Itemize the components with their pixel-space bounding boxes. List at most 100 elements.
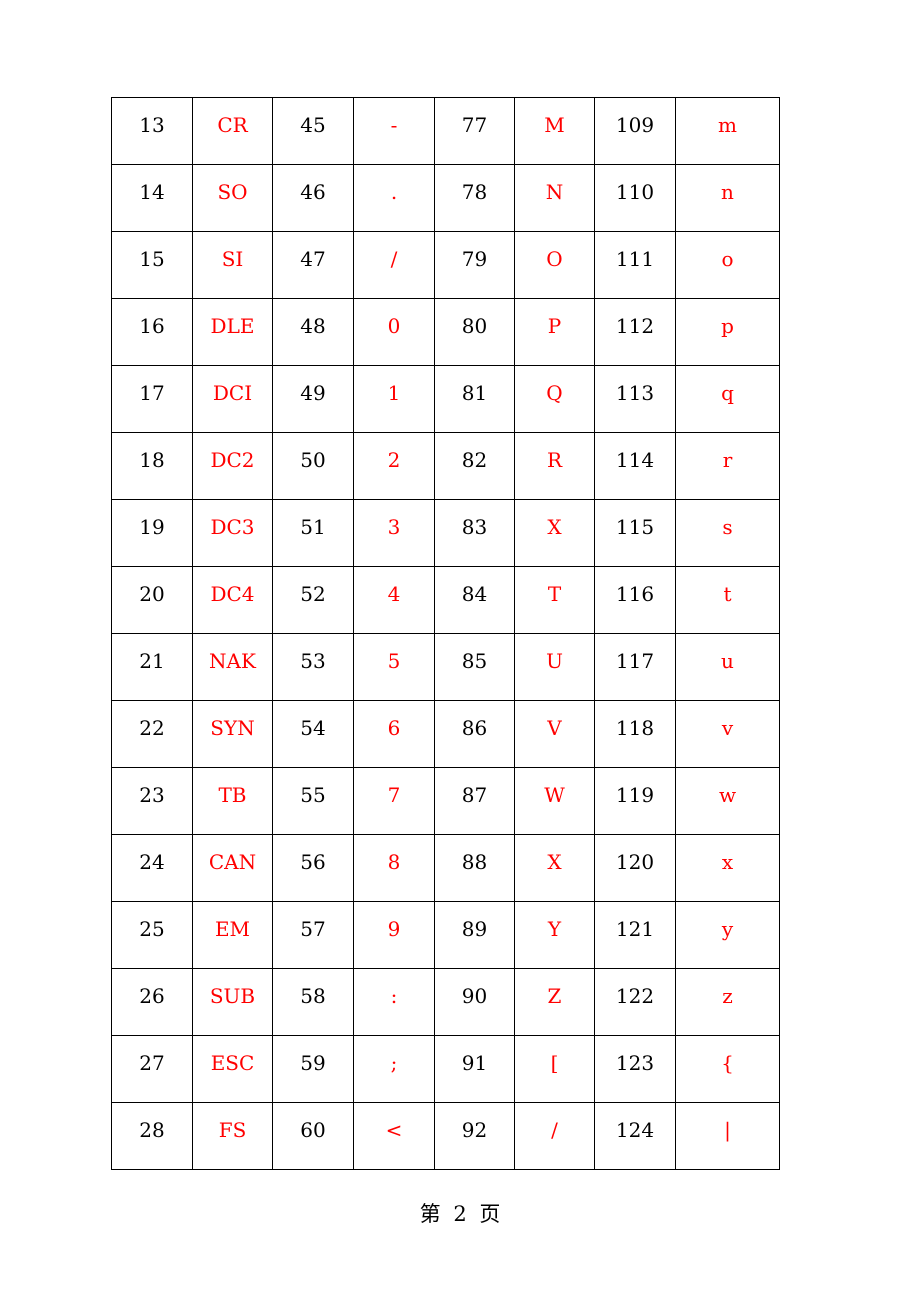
char-value: EM bbox=[214, 917, 251, 941]
char-cell: p bbox=[675, 298, 780, 366]
code-value: 25 bbox=[139, 917, 165, 941]
code-cell: 123 bbox=[594, 1035, 676, 1103]
char-cell: M bbox=[514, 97, 595, 165]
char-cell: r bbox=[675, 432, 780, 500]
char-cell: u bbox=[675, 633, 780, 701]
code-value: 88 bbox=[461, 850, 488, 874]
char-value: r bbox=[722, 448, 733, 472]
char-value: < bbox=[385, 1118, 403, 1142]
table-row: 24 CAN 56 8 88 X 120 x bbox=[111, 834, 780, 902]
char-cell: 2 bbox=[353, 432, 435, 500]
char-cell: m bbox=[675, 97, 780, 165]
char-cell: 0 bbox=[353, 298, 435, 366]
code-value: 19 bbox=[139, 515, 165, 539]
code-value: 17 bbox=[139, 381, 165, 405]
code-value: 18 bbox=[139, 448, 165, 472]
code-cell: 13 bbox=[111, 97, 193, 165]
char-cell: SYN bbox=[192, 700, 273, 768]
code-value: 110 bbox=[615, 180, 655, 204]
code-cell: 48 bbox=[272, 298, 354, 366]
code-value: 87 bbox=[461, 783, 488, 807]
char-value: : bbox=[390, 984, 398, 1008]
char-value: DC4 bbox=[210, 582, 255, 606]
code-cell: 24 bbox=[111, 834, 193, 902]
char-value: 1 bbox=[387, 381, 401, 405]
code-value: 22 bbox=[139, 716, 165, 740]
code-cell: 28 bbox=[111, 1102, 193, 1170]
char-cell: { bbox=[675, 1035, 780, 1103]
char-cell: . bbox=[353, 164, 435, 232]
code-value: 51 bbox=[300, 515, 326, 539]
code-cell: 83 bbox=[434, 499, 515, 567]
char-value: | bbox=[724, 1118, 731, 1142]
char-value: V bbox=[547, 716, 562, 740]
char-value: TB bbox=[218, 783, 247, 807]
char-value: Z bbox=[547, 984, 562, 1008]
code-cell: 113 bbox=[594, 365, 676, 433]
code-cell: 84 bbox=[434, 566, 515, 634]
char-cell: v bbox=[675, 700, 780, 768]
code-value: 79 bbox=[461, 247, 488, 271]
code-cell: 110 bbox=[594, 164, 676, 232]
code-value: 46 bbox=[300, 180, 326, 204]
code-value: 55 bbox=[300, 783, 326, 807]
code-value: 119 bbox=[615, 783, 655, 807]
table-row: 23 TB 55 7 87 W 119 w bbox=[111, 767, 780, 835]
code-value: 118 bbox=[615, 716, 655, 740]
char-value: W bbox=[544, 783, 565, 807]
code-value: 56 bbox=[300, 850, 326, 874]
code-value: 81 bbox=[461, 381, 488, 405]
code-cell: 21 bbox=[111, 633, 193, 701]
char-cell: X bbox=[514, 499, 595, 567]
code-value: 54 bbox=[300, 716, 326, 740]
char-value: R bbox=[546, 448, 563, 472]
code-cell: 57 bbox=[272, 901, 354, 969]
char-value: O bbox=[546, 247, 563, 271]
ascii-table: 13 CR 45-77 M 109 m 14 SO 46. 78 N 110 n 15 SI 47/79 O 11… bbox=[111, 97, 780, 1170]
code-cell: 22 bbox=[111, 700, 193, 768]
char-cell: - bbox=[353, 97, 435, 165]
char-value: DCI bbox=[212, 381, 253, 405]
table-row: 25 EM 57 9 89 Y 121 y bbox=[111, 901, 780, 969]
code-cell: 119 bbox=[594, 767, 676, 835]
code-value: 47 bbox=[300, 247, 326, 271]
code-value: 26 bbox=[139, 984, 165, 1008]
char-value: v bbox=[721, 716, 734, 740]
page-number: 第 2 页 bbox=[419, 1202, 501, 1226]
char-value: Y bbox=[547, 917, 562, 941]
code-value: 83 bbox=[461, 515, 488, 539]
char-value: 8 bbox=[387, 850, 401, 874]
code-value: 115 bbox=[615, 515, 655, 539]
code-cell: 20 bbox=[111, 566, 193, 634]
code-value: 114 bbox=[615, 448, 655, 472]
char-value: 0 bbox=[387, 314, 401, 338]
code-cell: 120 bbox=[594, 834, 676, 902]
code-value: 120 bbox=[615, 850, 655, 874]
char-value: { bbox=[721, 1051, 734, 1075]
code-value: 48 bbox=[300, 314, 326, 338]
code-value: 60 bbox=[300, 1118, 326, 1142]
char-value: 7 bbox=[387, 783, 401, 807]
code-cell: 23 bbox=[111, 767, 193, 835]
char-value: P bbox=[547, 314, 562, 338]
code-cell: 115 bbox=[594, 499, 676, 567]
code-cell: 86 bbox=[434, 700, 515, 768]
code-cell: 60 bbox=[272, 1102, 354, 1170]
code-value: 59 bbox=[300, 1051, 326, 1075]
char-value: p bbox=[721, 314, 734, 338]
code-cell: 117 bbox=[594, 633, 676, 701]
char-cell: DC3 bbox=[192, 499, 273, 567]
code-cell: 111 bbox=[594, 231, 676, 299]
char-cell: o bbox=[675, 231, 780, 299]
char-cell: DLE bbox=[192, 298, 273, 366]
code-cell: 56 bbox=[272, 834, 354, 902]
code-value: 77 bbox=[461, 113, 488, 137]
char-value: 9 bbox=[387, 917, 401, 941]
table-row: 20 DC4 52 4 84 T 116 t bbox=[111, 566, 780, 634]
char-cell: < bbox=[353, 1102, 435, 1170]
code-cell: 112 bbox=[594, 298, 676, 366]
char-cell: EM bbox=[192, 901, 273, 969]
code-value: 123 bbox=[615, 1051, 655, 1075]
char-cell: DCI bbox=[192, 365, 273, 433]
char-value: x bbox=[721, 850, 734, 874]
